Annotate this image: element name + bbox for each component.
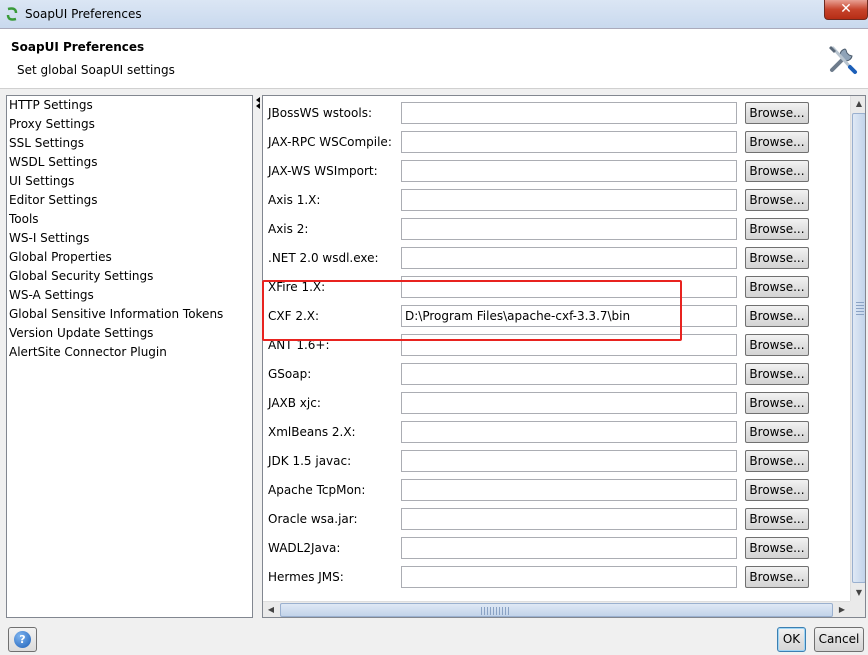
- row-label-dotnet-wsdl: .NET 2.0 wsdl.exe:: [268, 251, 379, 265]
- tcpmon-path-input[interactable]: [401, 479, 737, 501]
- row-label-xfire: XFire 1.X:: [268, 280, 326, 294]
- row-label-gsoap: GSoap:: [268, 367, 312, 381]
- browse-button-oracle-wsa[interactable]: Browse...: [745, 508, 809, 530]
- nav-item-wsdl-settings[interactable]: WSDL Settings: [9, 155, 97, 169]
- row-label-ant: ANT 1.6+:: [268, 338, 330, 352]
- row-label-cxf: CXF 2.X:: [268, 309, 320, 323]
- scroll-grip-icon: [856, 302, 864, 316]
- browse-button-jax-rpc[interactable]: Browse...: [745, 131, 809, 153]
- nav-item-ws-i-settings[interactable]: WS-I Settings: [9, 231, 89, 245]
- nav-item-tools[interactable]: Tools: [9, 212, 39, 226]
- browse-button-cxf[interactable]: Browse...: [745, 305, 809, 327]
- nav-item-editor-settings[interactable]: Editor Settings: [9, 193, 98, 207]
- ok-button[interactable]: OK: [777, 627, 806, 652]
- close-button[interactable]: ✕: [824, 0, 868, 20]
- row-label-jaxb-xjc: JAXB xjc:: [268, 396, 321, 410]
- scroll-grip-icon: [481, 607, 509, 615]
- browse-button-tcpmon[interactable]: Browse...: [745, 479, 809, 501]
- row-label-jax-rpc: JAX-RPC WSCompile:: [268, 135, 392, 149]
- help-button[interactable]: ?: [8, 627, 37, 652]
- dialog-title: SoapUI Preferences: [11, 40, 145, 54]
- xmlbeans-path-input[interactable]: [401, 421, 737, 443]
- browse-button-gsoap[interactable]: Browse...: [745, 363, 809, 385]
- nav-item-http-settings[interactable]: HTTP Settings: [9, 98, 93, 112]
- browse-button-jbossws[interactable]: Browse...: [745, 102, 809, 124]
- xfire-path-input[interactable]: [401, 276, 737, 298]
- nav-item-version-update[interactable]: Version Update Settings: [9, 326, 153, 340]
- help-icon: ?: [14, 631, 31, 648]
- row-label-oracle-wsa: Oracle wsa.jar:: [268, 512, 358, 526]
- horizontal-scroll-thumb[interactable]: [280, 603, 833, 617]
- jax-rpc-path-input[interactable]: [401, 131, 737, 153]
- browse-button-xfire[interactable]: Browse...: [745, 276, 809, 298]
- browse-button-wadl2java[interactable]: Browse...: [745, 537, 809, 559]
- hermes-jms-path-input[interactable]: [401, 566, 737, 588]
- scrollbar-corner: [850, 601, 865, 617]
- dialog-header: SoapUI Preferences Set global SoapUI set…: [0, 29, 868, 89]
- row-label-jax-ws: JAX-WS WSImport:: [268, 164, 378, 178]
- oracle-wsa-path-input[interactable]: [401, 508, 737, 530]
- nav-item-proxy-settings[interactable]: Proxy Settings: [9, 117, 95, 131]
- title-bar: SoapUI Preferences ✕: [0, 0, 868, 29]
- browse-button-dotnet-wsdl[interactable]: Browse...: [745, 247, 809, 269]
- ant-path-input[interactable]: [401, 334, 737, 356]
- nav-item-global-security[interactable]: Global Security Settings: [9, 269, 153, 283]
- browse-button-hermes-jms[interactable]: Browse...: [745, 566, 809, 588]
- dialog-description: Set global SoapUI settings: [17, 63, 175, 77]
- row-label-tcpmon: Apache TcpMon:: [268, 483, 366, 497]
- cancel-button[interactable]: Cancel: [814, 627, 864, 652]
- vertical-scroll-thumb[interactable]: [852, 113, 865, 583]
- nav-item-ws-a-settings[interactable]: WS-A Settings: [9, 288, 94, 302]
- wadl2java-path-input[interactable]: [401, 537, 737, 559]
- jaxb-xjc-path-input[interactable]: [401, 392, 737, 414]
- axis1-path-input[interactable]: [401, 189, 737, 211]
- jax-ws-path-input[interactable]: [401, 160, 737, 182]
- row-label-wadl2java: WADL2Java:: [268, 541, 341, 555]
- browse-button-xmlbeans[interactable]: Browse...: [745, 421, 809, 443]
- row-label-xmlbeans: XmlBeans 2.X:: [268, 425, 356, 439]
- browse-button-axis1[interactable]: Browse...: [745, 189, 809, 211]
- gsoap-path-input[interactable]: [401, 363, 737, 385]
- dotnet-wsdl-path-input[interactable]: [401, 247, 737, 269]
- jdk-javac-path-input[interactable]: [401, 450, 737, 472]
- scroll-right-arrow-icon[interactable]: ▶: [834, 602, 850, 617]
- jbossws-path-input[interactable]: [401, 102, 737, 124]
- row-label-jdk-javac: JDK 1.5 javac:: [268, 454, 352, 468]
- nav-item-ssl-settings[interactable]: SSL Settings: [9, 136, 84, 150]
- vertical-scrollbar[interactable]: ▲ ▼: [850, 96, 865, 601]
- row-label-jbossws: JBossWS wstools:: [268, 106, 372, 120]
- soapui-logo-icon: [6, 7, 18, 21]
- scroll-up-arrow-icon[interactable]: ▲: [851, 96, 865, 112]
- scroll-down-arrow-icon[interactable]: ▼: [851, 585, 865, 601]
- row-label-axis2: Axis 2:: [268, 222, 309, 236]
- settings-nav-list: HTTP Settings Proxy Settings SSL Setting…: [6, 95, 253, 618]
- collapse-arrows-icon[interactable]: [254, 96, 262, 110]
- browse-button-jdk-javac[interactable]: Browse...: [745, 450, 809, 472]
- row-label-axis1: Axis 1.X:: [268, 193, 321, 207]
- row-label-hermes-jms: Hermes JMS:: [268, 570, 344, 584]
- browse-button-axis2[interactable]: Browse...: [745, 218, 809, 240]
- horizontal-scrollbar[interactable]: ◀ ▶: [263, 601, 850, 617]
- browse-button-ant[interactable]: Browse...: [745, 334, 809, 356]
- tools-settings-panel: JBossWS wstools: Browse... JAX-RPC WSCom…: [262, 95, 866, 618]
- window-title: SoapUI Preferences: [25, 7, 142, 21]
- nav-item-alertsite-plugin[interactable]: AlertSite Connector Plugin: [9, 345, 167, 359]
- cxf-path-input[interactable]: D:\Program Files\apache-cxf-3.3.7\bin: [401, 305, 737, 327]
- tools-icon: [829, 46, 857, 74]
- scroll-left-arrow-icon[interactable]: ◀: [263, 602, 279, 617]
- nav-item-sensitive-tokens[interactable]: Global Sensitive Information Tokens: [9, 307, 223, 321]
- browse-button-jax-ws[interactable]: Browse...: [745, 160, 809, 182]
- axis2-path-input[interactable]: [401, 218, 737, 240]
- nav-item-ui-settings[interactable]: UI Settings: [9, 174, 74, 188]
- browse-button-jaxb-xjc[interactable]: Browse...: [745, 392, 809, 414]
- nav-item-global-properties[interactable]: Global Properties: [9, 250, 112, 264]
